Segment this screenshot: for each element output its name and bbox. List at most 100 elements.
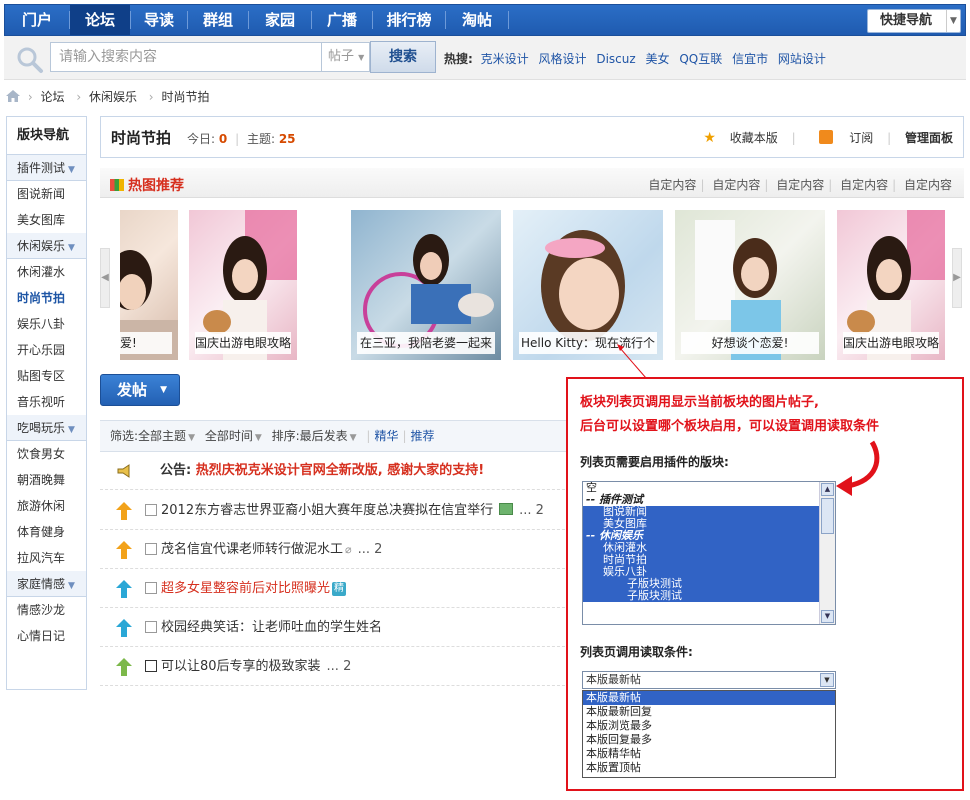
sidebar-group[interactable]: 插件测试 ▼	[7, 155, 86, 181]
sidebar-item[interactable]: 贴图专区	[7, 363, 86, 389]
list-item[interactable]: 子版块测试	[583, 578, 819, 590]
custom-link[interactable]: 自定内容	[776, 178, 824, 192]
sidebar-group[interactable]: 吃喝玩乐 ▼	[7, 415, 86, 441]
chevron-down-icon: ▼	[358, 53, 365, 62]
new-post-button[interactable]: 发帖 ▼	[100, 374, 180, 406]
sidebar-item-current[interactable]: 时尚节拍	[7, 285, 86, 311]
dropdown-option[interactable]: 本版回复最多	[583, 733, 835, 747]
nav-item-guide[interactable]: 导读	[131, 5, 187, 35]
slider-next-button[interactable]: ▶	[952, 248, 962, 308]
filter-bar: 筛选:全部主题 ▼ 全部时间 ▼ 排序:最后发表 ▼ | 精华 | 推荐	[100, 420, 570, 452]
sidebar-item[interactable]: 情感沙龙	[7, 597, 86, 623]
sort-filter[interactable]: 最后发表	[300, 429, 348, 443]
slider-prev-button[interactable]: ◀	[100, 248, 110, 308]
thread-title[interactable]: 校园经典笑话：让老师吐血的学生姓名	[161, 609, 382, 646]
favorite-button[interactable]: ★ 收藏本版	[693, 130, 777, 146]
thread-checkbox[interactable]	[145, 660, 157, 672]
nav-item-home[interactable]: 家园	[249, 5, 311, 35]
table-row[interactable]: 校园经典笑话：让老师吐血的学生姓名	[100, 609, 570, 647]
thread-checkbox[interactable]	[145, 582, 157, 594]
thread-title[interactable]: 可以让80后专享的极致家装	[161, 659, 321, 674]
chevron-down-icon[interactable]: ▼	[821, 610, 834, 623]
hot-pic[interactable]: 国庆出游电眼攻略	[189, 210, 297, 360]
sidebar-item[interactable]: 旅游休闲	[7, 493, 86, 519]
breadcrumb-item[interactable]: 休闲娱乐	[89, 90, 137, 104]
nav-item-collections[interactable]: 淘帖	[446, 5, 508, 35]
nav-item-ranking[interactable]: 排行榜	[373, 5, 445, 35]
thread-title[interactable]: 超多女星整容前后对比照曝光	[161, 581, 330, 596]
breadcrumb-item[interactable]: 时尚节拍	[161, 90, 209, 104]
dropdown-option[interactable]: 本版浏览最多	[583, 719, 835, 733]
sidebar-item[interactable]: 拉风汽车	[7, 545, 86, 571]
announcement-row[interactable]: 公告: 热烈庆祝克米设计官网全新改版, 感谢大家的支持!	[100, 452, 570, 490]
dropdown-option[interactable]: 本版最新回复	[583, 705, 835, 719]
nav-item-broadcast[interactable]: 广播	[312, 5, 372, 35]
sidebar-item[interactable]: 美女图库	[7, 207, 86, 233]
time-filter[interactable]: 全部时间	[205, 429, 253, 443]
sidebar-item[interactable]: 娱乐八卦	[7, 311, 86, 337]
hot-keyword[interactable]: 风格设计	[538, 52, 586, 66]
scrollbar-thumb[interactable]	[821, 498, 834, 534]
quick-nav-button[interactable]: 快捷导航 ▼	[867, 9, 961, 33]
thread-title[interactable]: 茂名信宜代课老师转行做泥水工	[161, 542, 343, 557]
hot-pic[interactable]: 好想谈个恋爱!	[675, 210, 825, 360]
forum-multiselect[interactable]: 空 -- 插件测试 图说新闻 美女图库 -- 休闲娱乐 休闲灌水 时尚节拍 娱乐…	[582, 481, 836, 625]
sidebar-item[interactable]: 心情日记	[7, 623, 86, 649]
thread-checkbox[interactable]	[145, 621, 157, 633]
hot-pic[interactable]: 在三亚，我陪老婆一起来	[351, 210, 501, 360]
sidebar-item[interactable]: 饮食男女	[7, 441, 86, 467]
nav-item-portal[interactable]: 门户	[5, 5, 69, 35]
search-type-select[interactable]: 帖子 ▼	[322, 42, 370, 72]
search-button[interactable]: 搜索	[370, 41, 436, 73]
hot-keyword[interactable]: 美女	[645, 52, 669, 66]
sidebar-item[interactable]: 朝酒晚舞	[7, 467, 86, 493]
chevron-up-icon[interactable]: ▲	[821, 483, 834, 496]
sidebar-item[interactable]: 图说新闻	[7, 181, 86, 207]
sidebar-item[interactable]: 休闲灌水	[7, 259, 86, 285]
condition-select[interactable]: 本版最新帖 ▼	[582, 671, 836, 689]
thread-checkbox[interactable]	[145, 504, 157, 516]
search-input[interactable]: 请输入搜索内容	[50, 42, 322, 72]
hot-keyword[interactable]: 信宜市	[732, 52, 768, 66]
table-row[interactable]: 茂名信宜代课老师转行做泥水工 ⌀... 2	[100, 531, 570, 569]
table-row[interactable]: 2012东方睿志世界亚裔小姐大赛年度总决赛拟在信宜举行... 2	[100, 492, 570, 530]
custom-link[interactable]: 自定内容	[904, 178, 952, 192]
hot-keyword[interactable]: 克米设计	[481, 52, 529, 66]
chevron-down-icon: ▼	[820, 673, 834, 687]
subscribe-button[interactable]: 订阅	[809, 130, 873, 145]
custom-link[interactable]: 自定内容	[840, 178, 888, 192]
sidebar-item[interactable]: 体育健身	[7, 519, 86, 545]
thread-title[interactable]: 2012东方睿志世界亚裔小姐大赛年度总决赛拟在信宜举行	[161, 503, 493, 518]
dropdown-option[interactable]: 本版最新帖	[583, 691, 835, 705]
dropdown-option[interactable]: 本版置顶帖	[583, 761, 835, 775]
digest-filter[interactable]: 精华	[374, 429, 398, 443]
recommend-filter[interactable]: 推荐	[411, 429, 435, 443]
hot-keyword[interactable]: QQ互联	[679, 52, 722, 66]
topic-filter[interactable]: 全部主题	[138, 429, 186, 443]
breadcrumb-item[interactable]: 论坛	[40, 90, 64, 104]
hot-pic[interactable]: Hello Kitty：现在流行个	[513, 210, 663, 360]
sidebar-group[interactable]: 休闲娱乐 ▼	[7, 233, 86, 259]
custom-link[interactable]: 自定内容	[712, 178, 760, 192]
nav-item-forum[interactable]: 论坛	[70, 5, 130, 35]
list-item[interactable]: 子版块测试	[583, 590, 819, 602]
table-row[interactable]: 超多女星整容前后对比照曝光精	[100, 570, 570, 608]
sidebar-group[interactable]: 家庭情感 ▼	[7, 571, 86, 597]
table-row[interactable]: 可以让80后专享的极致家装... 2	[100, 648, 570, 686]
custom-link[interactable]: 自定内容	[648, 178, 696, 192]
hot-keyword[interactable]: Discuz	[596, 52, 635, 66]
sidebar-item[interactable]: 音乐视听	[7, 389, 86, 415]
hot-pic[interactable]: 爱!	[120, 210, 178, 360]
sidebar-item[interactable]: 开心乐园	[7, 337, 86, 363]
thread-checkbox[interactable]	[145, 543, 157, 555]
rss-icon	[819, 130, 834, 144]
nav-item-groups[interactable]: 群组	[188, 5, 248, 35]
scrollbar[interactable]: ▲ ▼	[819, 482, 835, 624]
dropdown-option[interactable]: 本版精华帖	[583, 747, 835, 761]
hot-pic[interactable]: 国庆出游电眼攻略	[837, 210, 945, 360]
paperclip-icon: ⌀	[345, 543, 352, 556]
home-icon[interactable]	[6, 90, 20, 102]
hot-keyword[interactable]: 网站设计	[778, 52, 826, 66]
manage-panel-button[interactable]: 管理面板	[905, 131, 953, 145]
list-item[interactable]: 娱乐八卦	[583, 566, 819, 578]
